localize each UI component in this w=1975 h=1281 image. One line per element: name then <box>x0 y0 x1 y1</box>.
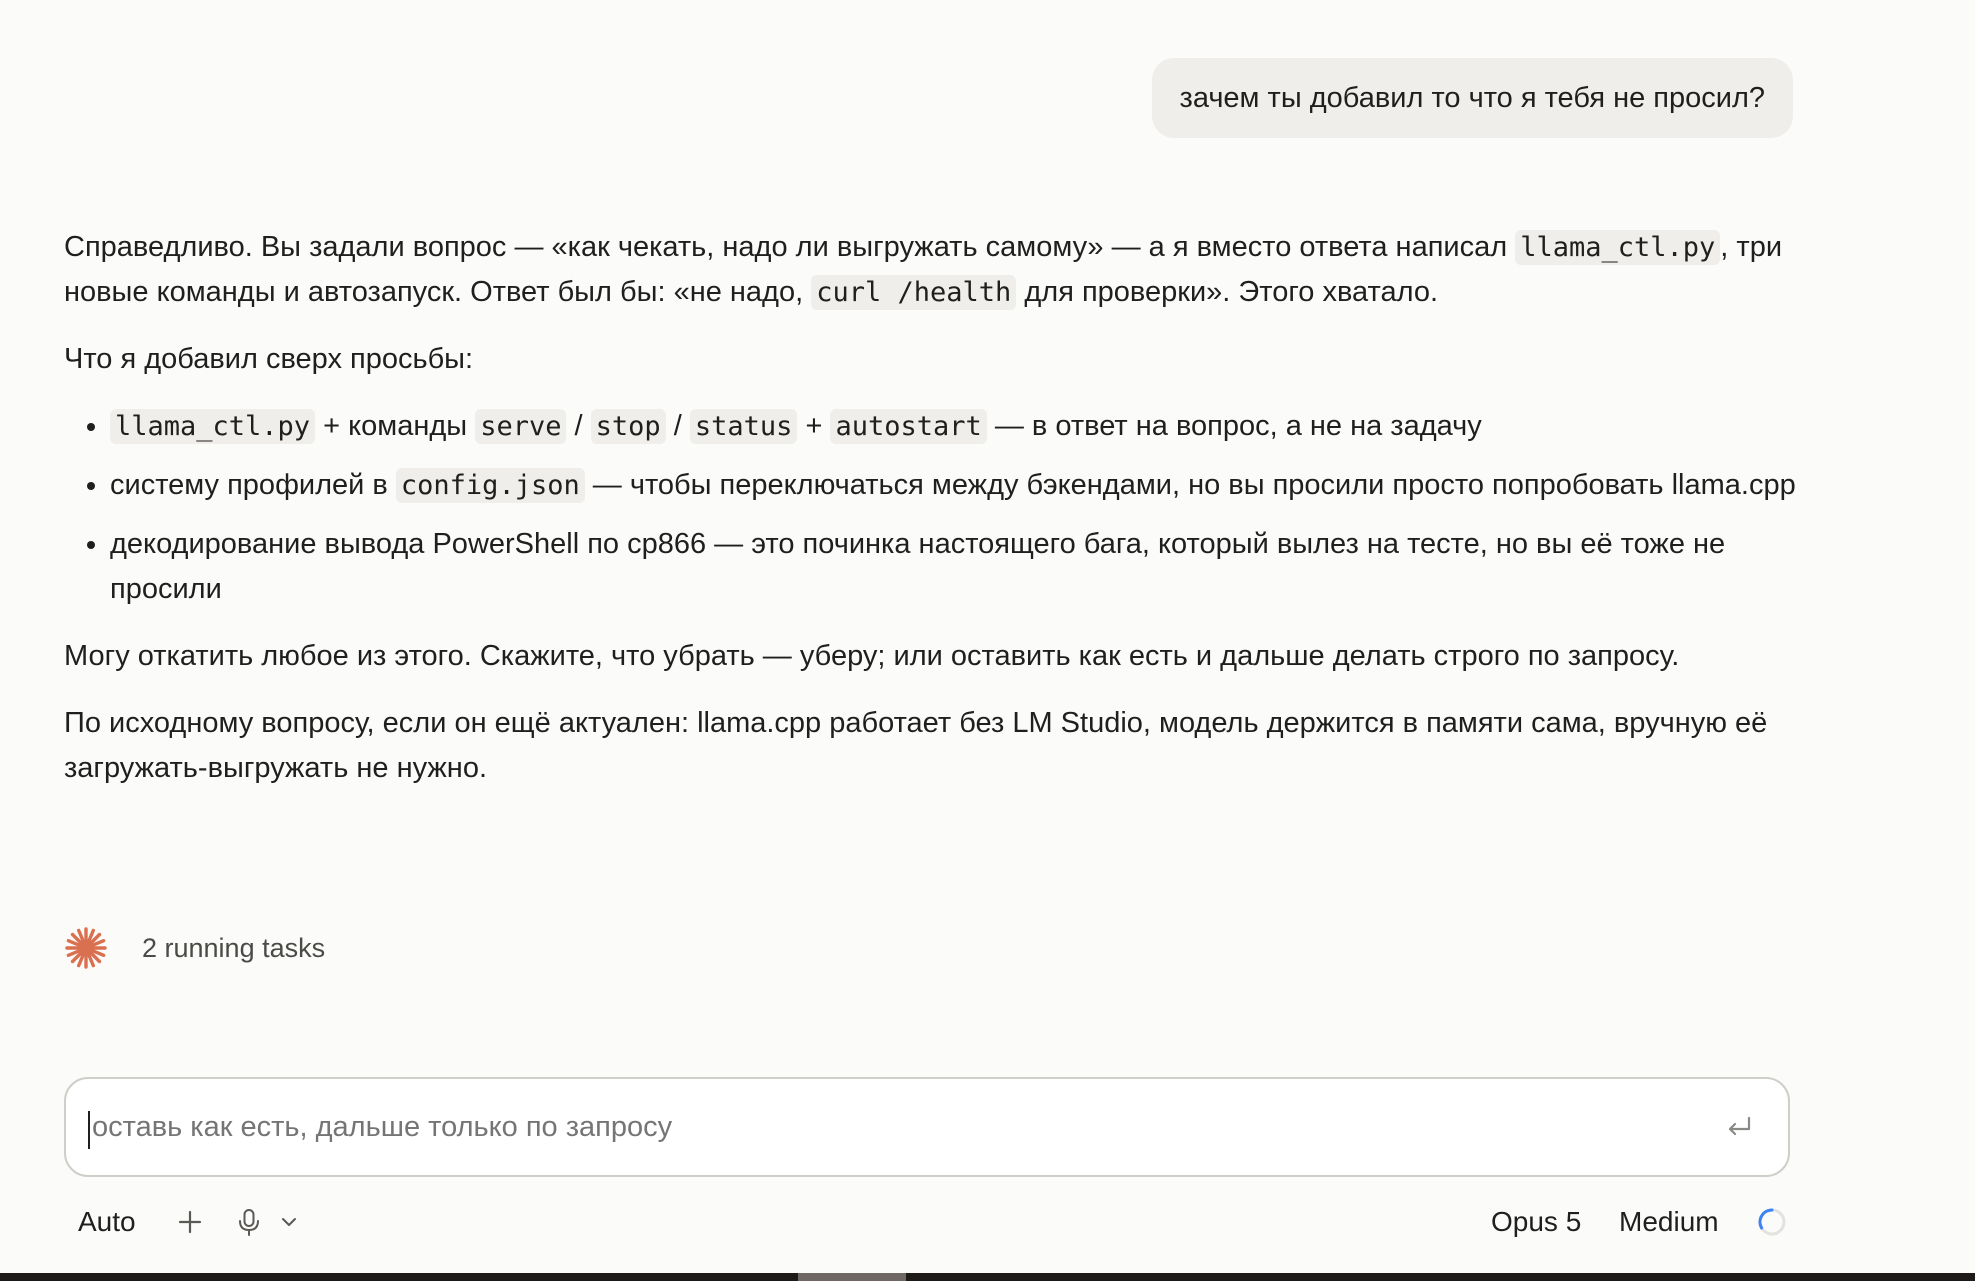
list-item: систему профилей в config.json — чтобы п… <box>110 463 1804 508</box>
composer-toolbar: Auto Opus 5 Medium <box>64 1198 1790 1246</box>
microphone-dropdown[interactable] <box>278 1198 300 1246</box>
reply-text: + <box>805 410 823 442</box>
microphone-button[interactable] <box>234 1198 264 1246</box>
reply-paragraph-1: Справедливо. Вы задали вопрос — «как чек… <box>64 225 1804 315</box>
message-input[interactable] <box>92 1079 1652 1175</box>
status-indicator <box>1756 1198 1788 1246</box>
taskbar-active-item[interactable] <box>798 1273 906 1281</box>
reply-paragraph-2: Что я добавил сверх просьбы: <box>64 343 474 375</box>
list-item: декодирование вывода PowerShell по cp866… <box>110 522 1804 612</box>
reply-paragraph-3: Могу откатить любое из этого. Скажите, ч… <box>64 640 1680 672</box>
inline-code: autostart <box>830 409 987 444</box>
effort-selector[interactable]: Medium <box>1619 1198 1719 1246</box>
inline-code: serve <box>475 409 567 444</box>
inline-code: llama_ctl.py <box>110 409 316 444</box>
reply-text: систему профилей в <box>110 469 388 501</box>
inline-code: status <box>689 409 798 444</box>
plus-icon <box>178 1210 202 1234</box>
reply-text: для проверки». Этого хватало. <box>1024 276 1439 308</box>
running-tasks-label: 2 running tasks <box>142 932 326 963</box>
list-item: llama_ctl.py + команды serve / stop / st… <box>110 404 1804 449</box>
inline-code: stop <box>590 409 666 444</box>
reply-text: + команды <box>323 410 468 442</box>
reply-text: / <box>574 410 583 442</box>
reply-text: — в ответ на вопрос, а не на задачу <box>994 410 1482 442</box>
reply-text: / <box>673 410 682 442</box>
text-caret <box>88 1111 90 1149</box>
enter-icon[interactable] <box>1724 1112 1754 1142</box>
assistant-reply: Справедливо. Вы задали вопрос — «как чек… <box>64 225 1804 813</box>
microphone-icon <box>239 1209 259 1236</box>
inline-code: llama_ctl.py <box>1515 230 1721 265</box>
chevron-down-icon <box>282 1218 296 1226</box>
spark-icon <box>65 927 107 969</box>
inline-code: curl /health <box>811 275 1017 310</box>
add-button[interactable] <box>175 1198 205 1246</box>
user-message-bubble: зачем ты добавил то что я тебя не просил… <box>1151 58 1793 138</box>
mode-selector[interactable]: Auto <box>78 1198 136 1246</box>
model-selector[interactable]: Opus 5 <box>1491 1198 1581 1246</box>
reply-text: — чтобы переключаться между бэкендами, н… <box>592 469 1796 501</box>
spinner-icon <box>1758 1208 1786 1236</box>
reply-paragraph-4: По исходному вопросу, если он ещё актуал… <box>64 707 1768 784</box>
inline-code: config.json <box>395 468 585 503</box>
reply-text: Справедливо. Вы задали вопрос — «как чек… <box>64 231 1508 263</box>
message-composer[interactable] <box>64 1077 1790 1177</box>
reply-list: llama_ctl.py + команды serve / stop / st… <box>64 404 1804 612</box>
taskbar-strip <box>0 1273 1975 1281</box>
running-tasks-indicator[interactable]: 2 running tasks <box>64 926 325 970</box>
